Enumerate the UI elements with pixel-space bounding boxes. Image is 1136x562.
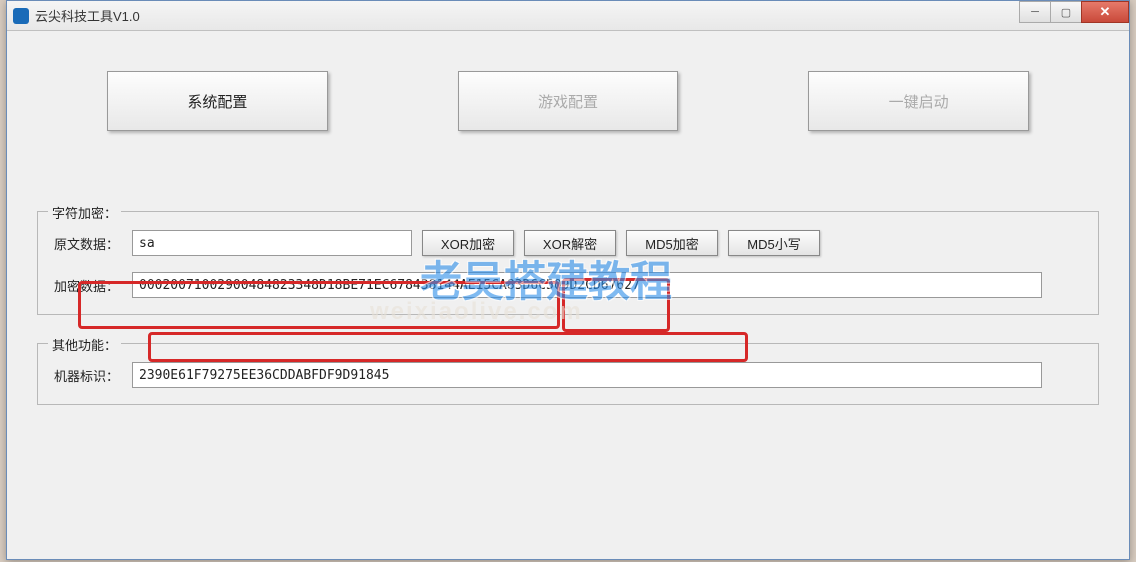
window-controls: ─ ▢ ✕	[1020, 1, 1129, 24]
close-button[interactable]: ✕	[1081, 1, 1129, 23]
md5-lower-button[interactable]: MD5小写	[728, 230, 820, 256]
minimize-icon: ─	[1031, 6, 1039, 18]
md5-encrypt-button[interactable]: MD5加密	[626, 230, 718, 256]
ciphertext-input[interactable]	[132, 272, 1042, 298]
titlebar: 云尖科技工具V1.0 ─ ▢ ✕	[7, 1, 1129, 31]
maximize-button[interactable]: ▢	[1050, 1, 1082, 23]
minimize-button[interactable]: ─	[1019, 1, 1051, 23]
encrypt-group-title: 字符加密：	[48, 203, 121, 222]
app-icon	[13, 8, 29, 24]
ciphertext-label: 加密数据：	[54, 276, 132, 295]
maximize-icon: ▢	[1061, 6, 1071, 19]
system-config-button[interactable]: 系统配置	[107, 71, 328, 131]
other-group-title: 其他功能：	[48, 335, 121, 354]
plaintext-row: 原文数据： XOR加密 XOR解密 MD5加密 MD5小写	[54, 230, 1082, 256]
xor-encrypt-button[interactable]: XOR加密	[422, 230, 514, 256]
xor-decrypt-button[interactable]: XOR解密	[524, 230, 616, 256]
other-groupbox: 其他功能： 机器标识：	[37, 343, 1099, 405]
window-title: 云尖科技工具V1.0	[35, 6, 1123, 25]
content-area: 系统配置 游戏配置 一键启动 字符加密： 原文数据： XOR加密 XOR解密 M…	[7, 31, 1129, 453]
one-key-start-button[interactable]: 一键启动	[808, 71, 1029, 131]
plaintext-input[interactable]	[132, 230, 412, 256]
close-icon: ✕	[1100, 4, 1111, 20]
tab-row: 系统配置 游戏配置 一键启动	[37, 71, 1099, 131]
app-window: 云尖科技工具V1.0 ─ ▢ ✕ 系统配置 游戏配置 一键启动 字符加密： 原文…	[6, 0, 1130, 560]
game-config-button[interactable]: 游戏配置	[458, 71, 679, 131]
ciphertext-row: 加密数据：	[54, 272, 1082, 298]
plaintext-label: 原文数据：	[54, 234, 132, 253]
machine-id-row: 机器标识：	[54, 362, 1082, 388]
machine-id-input[interactable]	[132, 362, 1042, 388]
machine-id-label: 机器标识：	[54, 366, 132, 385]
encrypt-groupbox: 字符加密： 原文数据： XOR加密 XOR解密 MD5加密 MD5小写 加密数据…	[37, 211, 1099, 315]
